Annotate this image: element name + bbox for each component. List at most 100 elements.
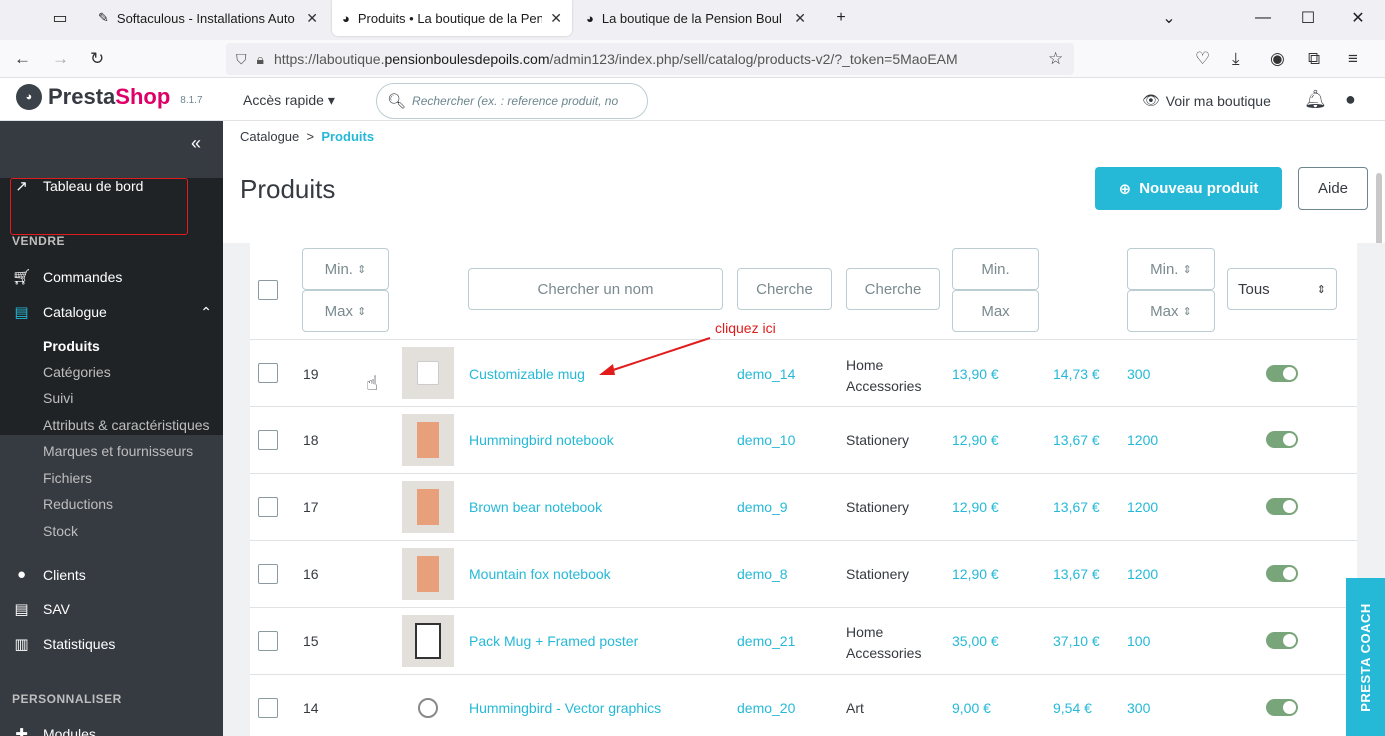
product-thumbnail[interactable]: [402, 548, 454, 600]
product-thumbnail[interactable]: [402, 682, 454, 734]
help-button[interactable]: Aide: [1298, 167, 1368, 210]
admin-search-input[interactable]: 🔍︎ Rechercher (ex. : reference produit, …: [376, 83, 648, 119]
row-checkbox[interactable]: [258, 363, 278, 383]
download-icon[interactable]: ⤓: [1232, 49, 1240, 69]
product-quantity[interactable]: 100: [1127, 633, 1150, 649]
reload-icon[interactable]: ↻: [90, 49, 104, 69]
maximize-icon[interactable]: ☐: [1285, 0, 1331, 36]
product-price[interactable]: 12,90 €: [952, 432, 999, 448]
product-price-ttc[interactable]: 13,67 €: [1053, 566, 1100, 582]
reference-filter-input[interactable]: Cherche: [737, 268, 832, 310]
product-price[interactable]: 12,90 €: [952, 499, 999, 515]
sidebar-item-brands[interactable]: Marques et fournisseurs: [43, 443, 193, 459]
sidebar-item-modules[interactable]: ✚ Modules: [12, 725, 96, 736]
product-name-link[interactable]: Hummingbird notebook: [469, 432, 614, 448]
sidebar-item-attributes[interactable]: Attributs & caractéristiques: [43, 417, 210, 433]
product-reference[interactable]: demo_14: [737, 366, 795, 382]
back-icon[interactable]: ←: [14, 49, 31, 69]
status-toggle[interactable]: [1266, 632, 1298, 649]
sidebar-item-files[interactable]: Fichiers: [43, 470, 92, 486]
prestashop-logo[interactable]: ◕ PrestaShop 8.1.7: [16, 84, 203, 110]
menu-icon[interactable]: ≡: [1348, 49, 1358, 69]
product-price[interactable]: 13,90 €: [952, 366, 999, 382]
sidebar-item-discounts[interactable]: Reductions: [43, 496, 113, 512]
row-checkbox[interactable]: [258, 631, 278, 651]
product-price-ttc[interactable]: 14,73 €: [1053, 366, 1100, 382]
product-price-ttc[interactable]: 13,67 €: [1053, 432, 1100, 448]
url-bar[interactable]: ⛉ 🔒︎ https://laboutique.pensionboulesdep…: [226, 43, 1074, 75]
minimize-icon[interactable]: —: [1240, 0, 1286, 36]
price-max-filter[interactable]: Max: [952, 290, 1039, 332]
name-filter-input[interactable]: Chercher un nom: [468, 268, 723, 310]
chevron-down-icon[interactable]: ⌄: [1146, 0, 1192, 36]
status-toggle[interactable]: [1266, 565, 1298, 582]
product-name-link[interactable]: Hummingbird - Vector graphics: [469, 700, 661, 716]
close-tab-icon[interactable]: ✕: [306, 10, 318, 27]
product-price[interactable]: 35,00 €: [952, 633, 999, 649]
product-thumbnail[interactable]: [402, 347, 454, 399]
product-quantity[interactable]: 300: [1127, 700, 1150, 716]
sidebar-item-clients[interactable]: ● Clients: [12, 566, 86, 583]
product-quantity[interactable]: 300: [1127, 366, 1150, 382]
sidebar-item-orders[interactable]: 🛒︎ Commandes: [12, 268, 122, 286]
sidebar-item-catalog[interactable]: ▤ Catalogue ⌃: [12, 303, 212, 322]
product-quantity[interactable]: 1200: [1127, 432, 1158, 448]
tab-produits[interactable]: ◕ Produits • La boutique de la Pen ✕: [332, 0, 572, 36]
sidebar-item-stats[interactable]: ▥ Statistiques: [12, 635, 115, 653]
product-reference[interactable]: demo_10: [737, 432, 795, 448]
id-min-filter[interactable]: Min. ⇕: [302, 248, 389, 290]
tab-list-icon[interactable]: ▭: [40, 0, 80, 36]
bell-icon[interactable]: 🔔︎: [1304, 89, 1327, 110]
product-name-link[interactable]: Customizable mug: [469, 366, 585, 382]
forward-icon[interactable]: →: [52, 49, 69, 69]
quick-access-dropdown[interactable]: Accès rapide ▾: [243, 92, 335, 109]
presta-coach-button[interactable]: PRESTA COACH: [1346, 578, 1385, 736]
product-price[interactable]: 12,90 €: [952, 566, 999, 582]
status-toggle[interactable]: [1266, 498, 1298, 515]
bookmark-star-icon[interactable]: ☆: [1048, 49, 1063, 69]
status-toggle[interactable]: [1266, 431, 1298, 448]
row-checkbox[interactable]: [258, 430, 278, 450]
sidebar-item-stock[interactable]: Stock: [43, 523, 78, 539]
product-name-link[interactable]: Pack Mug + Framed poster: [469, 633, 638, 649]
product-thumbnail[interactable]: [402, 414, 454, 466]
tab-softaculous[interactable]: ✎ Softaculous - Installations Auto ✕: [88, 0, 328, 36]
extensions-icon[interactable]: ⧉: [1308, 49, 1320, 69]
product-thumbnail[interactable]: [402, 615, 454, 667]
sidebar-item-sav[interactable]: ▤ SAV: [12, 600, 70, 618]
sidebar-item-categories[interactable]: Catégories: [43, 364, 111, 380]
id-max-filter[interactable]: Max ⇕: [302, 290, 389, 332]
status-filter-select[interactable]: Tous ⇕: [1227, 268, 1337, 310]
product-price-ttc[interactable]: 13,67 €: [1053, 499, 1100, 515]
product-thumbnail[interactable]: [402, 481, 454, 533]
category-filter-input[interactable]: Cherche: [846, 268, 940, 310]
product-name-link[interactable]: Mountain fox notebook: [469, 566, 611, 582]
product-price-ttc[interactable]: 37,10 €: [1053, 633, 1100, 649]
close-tab-icon[interactable]: ✕: [794, 10, 806, 27]
collapse-sidebar-icon[interactable]: «: [191, 133, 201, 154]
breadcrumb-products[interactable]: Produits: [321, 129, 374, 144]
sidebar-item-products[interactable]: Produits: [43, 338, 100, 354]
product-price-ttc[interactable]: 9,54 €: [1053, 700, 1092, 716]
close-tab-icon[interactable]: ✕: [550, 10, 562, 27]
product-quantity[interactable]: 1200: [1127, 499, 1158, 515]
account-icon[interactable]: ◉: [1270, 49, 1285, 69]
row-checkbox[interactable]: [258, 698, 278, 718]
select-all-checkbox[interactable]: [258, 280, 278, 300]
status-toggle[interactable]: [1266, 365, 1298, 382]
status-toggle[interactable]: [1266, 699, 1298, 716]
price-min-filter[interactable]: Min.: [952, 248, 1039, 290]
tab-boutique[interactable]: ◕ La boutique de la Pension Boul ✕: [576, 0, 816, 36]
breadcrumb-catalog[interactable]: Catalogue: [240, 129, 299, 144]
user-icon[interactable]: ●: [1345, 89, 1356, 110]
new-tab-icon[interactable]: +: [818, 0, 864, 36]
product-quantity[interactable]: 1200: [1127, 566, 1158, 582]
row-checkbox[interactable]: [258, 497, 278, 517]
sidebar-item-tracking[interactable]: Suivi: [43, 390, 73, 406]
product-reference[interactable]: demo_20: [737, 700, 795, 716]
new-product-button[interactable]: ⊕ Nouveau produit: [1095, 167, 1282, 210]
product-price[interactable]: 9,00 €: [952, 700, 991, 716]
close-window-icon[interactable]: ✕: [1335, 0, 1381, 36]
product-name-link[interactable]: Brown bear notebook: [469, 499, 602, 515]
product-reference[interactable]: demo_8: [737, 566, 788, 582]
